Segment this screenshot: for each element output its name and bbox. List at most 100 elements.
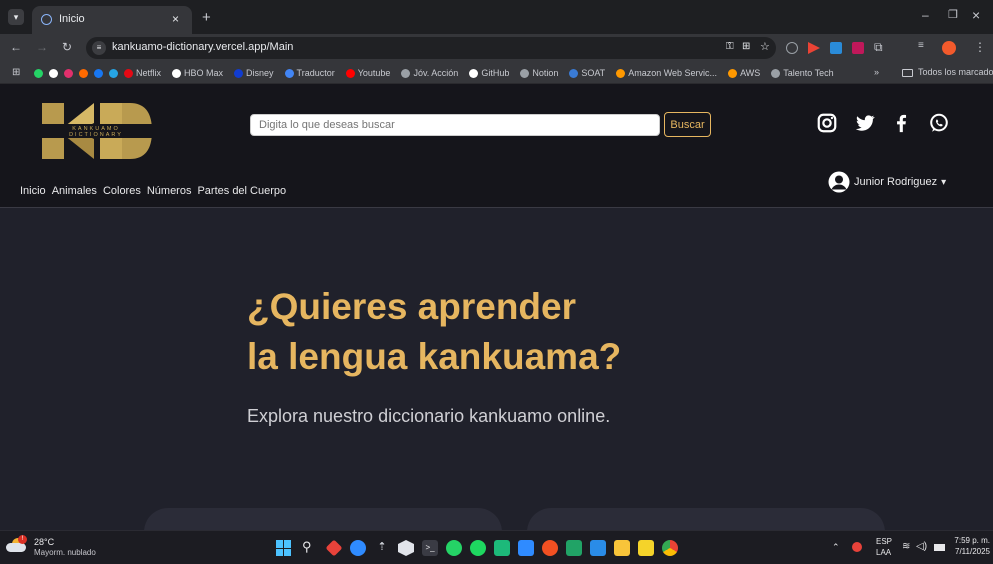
chrome-icon[interactable] xyxy=(662,540,678,556)
nav-link-partes-del-cuerpo[interactable]: Partes del Cuerpo xyxy=(197,185,286,197)
kd-logo[interactable]: KANKUAMO DICTIONARY xyxy=(38,99,153,163)
profile-avatar[interactable] xyxy=(942,41,956,55)
extension-icon-3[interactable] xyxy=(830,42,842,54)
minimize-button[interactable]: – xyxy=(922,8,929,22)
tab-search-button[interactable]: ▾ xyxy=(8,9,24,25)
close-icon[interactable]: × xyxy=(172,12,179,26)
all-bookmarks-link[interactable]: Todos los marcadores xyxy=(918,67,993,77)
bookmark-item[interactable]: Traductor xyxy=(284,62,335,83)
twitter-icon[interactable] xyxy=(854,112,876,134)
nav-link-colores[interactable]: Colores xyxy=(103,185,141,197)
forward-arrow-icon[interactable]: → xyxy=(36,40,48,54)
user-menu[interactable]: Junior Rodriguez ▾ xyxy=(828,171,946,193)
battery-icon[interactable] xyxy=(934,544,945,551)
app-icon-rocket[interactable]: ⇡ xyxy=(374,540,390,556)
apps-grid-icon[interactable]: ⊞ xyxy=(12,67,20,78)
extension-icon-4[interactable] xyxy=(852,42,864,54)
reading-list-icon[interactable]: ≡ xyxy=(918,40,924,51)
bookmark-item[interactable]: Amazon Web Servic... xyxy=(616,62,717,83)
bookmark-favicon-icon xyxy=(234,68,244,78)
app-icon-orange-pie[interactable] xyxy=(542,540,558,556)
vscode-icon[interactable] xyxy=(590,540,606,556)
terminal-icon[interactable]: >_ xyxy=(422,540,438,556)
lang-top[interactable]: ESP xyxy=(876,537,892,546)
new-tab-button[interactable]: + xyxy=(202,9,211,26)
app-icon-green-doc[interactable] xyxy=(494,540,510,556)
translate-icon[interactable]: ⊞ xyxy=(742,41,750,52)
bookmark-favicon-icon xyxy=(728,68,738,78)
bookmark-item[interactable]: SOAT xyxy=(569,62,605,83)
user-name: Junior Rodriguez xyxy=(854,176,938,188)
bookmark-item[interactable] xyxy=(79,62,88,83)
star-icon[interactable]: ☆ xyxy=(760,40,770,53)
bookmarks-overflow[interactable]: » xyxy=(874,67,879,77)
app-icon-blue-doc[interactable] xyxy=(518,540,534,556)
facebook-icon[interactable] xyxy=(890,112,912,134)
whatsapp-icon[interactable] xyxy=(928,112,950,134)
file-explorer-icon[interactable] xyxy=(614,540,630,556)
password-key-icon[interactable]: ⚿ xyxy=(726,41,734,52)
clock-date[interactable]: 7/11/2025 xyxy=(952,547,990,556)
weather-desc: Mayorm. nublado xyxy=(34,548,96,557)
bookmark-favicon-icon xyxy=(124,68,133,78)
bookmark-favicon-icon xyxy=(34,68,43,78)
bookmark-item[interactable]: Disney xyxy=(234,62,274,83)
sticky-notes-icon[interactable] xyxy=(638,540,654,556)
windows-start-icon[interactable] xyxy=(276,540,292,556)
extension-icon-2[interactable] xyxy=(808,42,820,54)
bookmark-item[interactable]: AWS xyxy=(728,62,760,83)
bookmark-item[interactable]: Netflix xyxy=(124,62,161,83)
bookmark-item[interactable]: Talento Tech xyxy=(771,62,834,83)
bookmark-item[interactable]: GitHub xyxy=(469,62,509,83)
bookmark-favicon-icon xyxy=(109,68,118,78)
instagram-icon[interactable] xyxy=(816,112,838,134)
tray-app-icon[interactable] xyxy=(852,542,862,552)
menu-kebab-icon[interactable]: ⋮ xyxy=(974,40,986,54)
bookmark-item[interactable] xyxy=(64,62,73,83)
spotify-icon[interactable] xyxy=(470,540,486,556)
bookmark-favicon-icon xyxy=(401,68,411,78)
bookmark-item[interactable] xyxy=(109,62,118,83)
bookmark-label: Youtube xyxy=(357,68,391,78)
extension-icon-1[interactable] xyxy=(786,42,798,54)
close-window-button[interactable]: × xyxy=(972,7,980,23)
tab-inicio[interactable]: Inicio × xyxy=(32,6,192,34)
nav-link-n-meros[interactable]: Números xyxy=(147,185,192,197)
bookmark-item[interactable] xyxy=(34,62,43,83)
url-bar[interactable]: ≡ kankuamo-dictionary.vercel.app/Main ⚿ … xyxy=(86,37,776,59)
main-nav: Inicio Animales Colores Números Partes del C… xyxy=(20,181,292,199)
restore-button[interactable]: ❐ xyxy=(948,8,958,21)
bookmark-favicon-icon xyxy=(172,68,182,78)
app-icon-blue-circle[interactable] xyxy=(350,540,366,556)
tray-overflow-icon[interactable]: ⌃ xyxy=(832,542,840,553)
whatsapp-taskbar-icon[interactable] xyxy=(446,540,462,556)
bookmark-item[interactable] xyxy=(94,62,103,83)
volume-icon[interactable]: ◁) xyxy=(916,541,927,552)
site-info-icon[interactable]: ≡ xyxy=(92,41,106,55)
app-icon-red-diamond[interactable] xyxy=(325,539,343,557)
extensions-puzzle-icon[interactable]: ⧉ xyxy=(874,40,883,55)
app-icon-hexagon[interactable] xyxy=(398,540,414,556)
reload-icon[interactable]: ↻ xyxy=(62,40,72,54)
app-icon-green-sheet[interactable] xyxy=(566,540,582,556)
search-button[interactable]: Buscar xyxy=(664,112,711,137)
search-icon[interactable]: ⚲ xyxy=(302,540,318,556)
bookmark-item[interactable]: Jóv. Acción xyxy=(401,62,458,83)
url-text: kankuamo-dictionary.vercel.app/Main xyxy=(112,41,294,53)
nav-link-inicio[interactable]: Inicio xyxy=(20,185,46,197)
search-input[interactable] xyxy=(250,114,660,136)
bookmark-item[interactable]: Youtube xyxy=(345,62,391,83)
user-avatar-icon xyxy=(828,171,850,193)
bookmark-label: HBO Max xyxy=(184,68,224,78)
bookmark-item[interactable]: HBO Max xyxy=(172,62,224,83)
clock-time[interactable]: 7:59 p. m. xyxy=(952,536,990,545)
lang-bottom[interactable]: LAA xyxy=(876,548,891,557)
wifi-icon[interactable]: ≋ xyxy=(902,541,910,552)
bookmark-item[interactable]: Notion xyxy=(520,62,559,83)
browser-tab-bar: ▾ Inicio × + – ❐ × xyxy=(0,0,993,34)
hero-title-line1: ¿Quieres aprender xyxy=(247,286,577,327)
bookmark-item[interactable] xyxy=(49,62,58,83)
back-arrow-icon[interactable]: ← xyxy=(10,40,22,54)
nav-link-animales[interactable]: Animales xyxy=(52,185,97,197)
bookmark-label: Notion xyxy=(532,68,559,78)
